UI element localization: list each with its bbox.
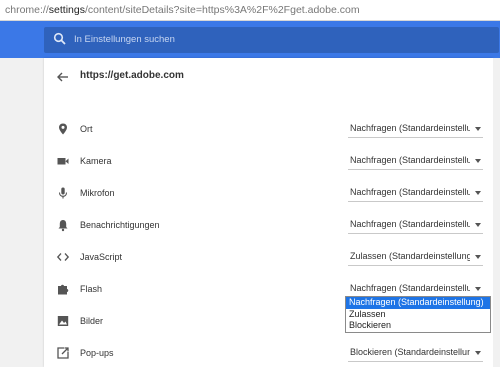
url-prefix: chrome:// xyxy=(5,4,49,16)
puzzle-icon xyxy=(56,282,70,296)
select-value: Nachfragen (Standardeinstellung) xyxy=(350,187,470,197)
select-value: Nachfragen (Standardeinstellung) xyxy=(350,283,470,293)
bell-icon xyxy=(56,218,70,232)
permission-label: Flash xyxy=(80,284,103,294)
select-value: Nachfragen (Standardeinstellung) xyxy=(350,123,470,133)
camera-icon xyxy=(56,154,70,168)
microphone-icon xyxy=(56,186,70,200)
permission-row-mikrofon: Mikrofon Nachfragen (Standardeinstellung… xyxy=(44,180,493,208)
permission-select-mikrofon[interactable]: Nachfragen (Standardeinstellung) xyxy=(348,185,483,202)
chevron-down-icon xyxy=(475,159,481,163)
permission-row-ort: Ort Nachfragen (Standardeinstellung) xyxy=(44,116,493,144)
select-value: Zulassen (Standardeinstellung) xyxy=(350,251,470,261)
site-title: https://get.adobe.com xyxy=(80,70,184,81)
image-icon xyxy=(56,314,70,328)
location-pin-icon xyxy=(56,122,70,136)
code-icon xyxy=(56,250,70,264)
flash-dropdown-list: Nachfragen (Standardeinstellung) Zulasse… xyxy=(345,296,491,333)
url-path: /content/siteDetails?site=https%3A%2F%2F… xyxy=(84,4,360,16)
select-value: Blockieren (Standardeinstellung) xyxy=(350,347,470,357)
permission-row-popups: Pop-ups Blockieren (Standardeinstellung) xyxy=(44,340,493,367)
permission-select-kamera[interactable]: Nachfragen (Standardeinstellung) xyxy=(348,153,483,170)
search-placeholder: In Einstellungen suchen xyxy=(74,34,175,45)
dropdown-option-blockieren[interactable]: Blockieren xyxy=(346,320,490,332)
address-bar[interactable]: chrome://settings/content/siteDetails?si… xyxy=(0,0,500,21)
dropdown-option-zulassen[interactable]: Zulassen xyxy=(346,309,490,321)
permission-select-ort[interactable]: Nachfragen (Standardeinstellung) xyxy=(348,121,483,138)
permission-label: Bilder xyxy=(80,316,104,326)
chevron-down-icon xyxy=(475,287,481,291)
permission-label: Kamera xyxy=(80,156,112,166)
permission-select-javascript[interactable]: Zulassen (Standardeinstellung) xyxy=(348,249,483,266)
permission-label: JavaScript xyxy=(80,252,123,262)
permission-row-benachrichtigungen: Benachrichtigungen Nachfragen (Standarde… xyxy=(44,212,493,240)
permission-select-benachrichtigungen[interactable]: Nachfragen (Standardeinstellung) xyxy=(348,217,483,234)
chevron-down-icon xyxy=(475,255,481,259)
scrollbar[interactable] xyxy=(493,58,500,367)
permission-label: Benachrichtigungen xyxy=(80,220,160,230)
permission-label: Ort xyxy=(80,124,93,134)
search-input[interactable]: In Einstellungen suchen xyxy=(44,27,499,53)
select-value: Nachfragen (Standardeinstellung) xyxy=(350,155,470,165)
select-value: Nachfragen (Standardeinstellung) xyxy=(350,219,470,229)
chevron-down-icon xyxy=(475,351,481,355)
permission-row-javascript: JavaScript Zulassen (Standardeinstellung… xyxy=(44,244,493,272)
search-icon xyxy=(53,32,67,51)
permission-label: Mikrofon xyxy=(80,188,115,198)
arrow-left-icon[interactable] xyxy=(56,70,70,84)
dropdown-option-nachfragen[interactable]: Nachfragen (Standardeinstellung) xyxy=(346,297,490,309)
permission-row-kamera: Kamera Nachfragen (Standardeinstellung) xyxy=(44,148,493,176)
permission-label: Pop-ups xyxy=(80,348,114,358)
permission-select-popups[interactable]: Blockieren (Standardeinstellung) xyxy=(348,345,483,362)
chevron-down-icon xyxy=(475,127,481,131)
url-host: settings xyxy=(48,4,85,16)
popup-icon xyxy=(56,346,70,360)
chevron-down-icon xyxy=(475,191,481,195)
chevron-down-icon xyxy=(475,223,481,227)
